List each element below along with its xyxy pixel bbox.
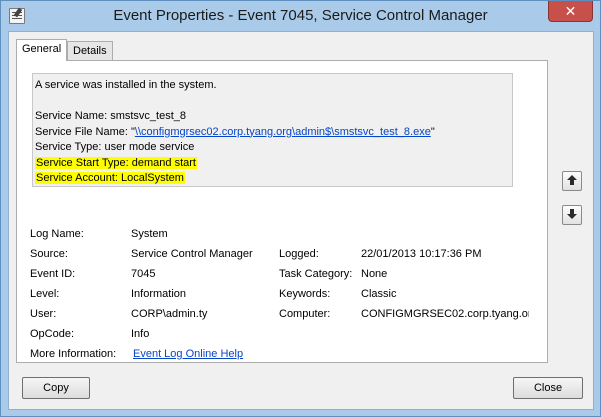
task-category-label: Task Category: (279, 268, 353, 280)
service-name-line: Service Name: smstsvc_test_8 (35, 110, 186, 122)
keywords-label: Keywords: (279, 288, 331, 300)
event-properties-window: Event Properties - Event 7045, Service C… (0, 0, 601, 417)
computer-label: Computer: (279, 308, 331, 320)
description-blank-line (35, 94, 512, 110)
close-button[interactable]: Close (513, 377, 583, 399)
copy-button[interactable]: Copy (22, 377, 90, 399)
general-tab-panel: A service was installed in the system. S… (16, 60, 548, 363)
event-description-box[interactable]: A service was installed in the system. S… (32, 73, 513, 187)
previous-event-button[interactable] (562, 171, 582, 191)
arrow-down-icon (566, 208, 578, 223)
source-value: Service Control Manager (131, 248, 253, 260)
log-name-label: Log Name: (30, 228, 84, 240)
service-file-name-suffix: " (430, 125, 435, 138)
service-file-name-label: Service File Name: " (35, 125, 135, 138)
title-bar[interactable]: Event Properties - Event 7045, Service C… (1, 1, 600, 31)
service-start-type-line: Service Start Type: demand start (35, 156, 512, 172)
description-line: A service was installed in the system. (35, 79, 217, 91)
event-id-value: 7045 (131, 268, 156, 280)
task-category-value: None (361, 268, 388, 280)
service-account-highlight: Service Account: LocalSystem (35, 172, 185, 184)
next-event-button[interactable] (562, 205, 582, 225)
source-label: Source: (30, 248, 68, 260)
service-start-type-highlight: Service Start Type: demand start (35, 156, 197, 169)
logged-value: 22/01/2013 10:17:36 PM (361, 248, 482, 260)
event-id-label: Event ID: (30, 268, 76, 280)
service-type-line: Service Type: user mode service (35, 141, 195, 153)
logged-label: Logged: (279, 248, 319, 260)
log-name-value: System (131, 228, 168, 240)
user-label: User: (30, 308, 57, 320)
tab-general[interactable]: General (16, 39, 68, 61)
arrow-up-icon (566, 174, 578, 189)
event-log-online-help-link[interactable]: Event Log Online Help (133, 348, 243, 361)
dialog-client-area: General Details A service was installed … (8, 31, 594, 410)
more-information-label: More Information: (30, 348, 117, 360)
window-title: Event Properties - Event 7045, Service C… (113, 7, 488, 24)
service-file-path-link[interactable]: \\configmgrsec02.corp.tyang.org\admin$\s… (135, 126, 431, 138)
opcode-label: OpCode: (30, 328, 75, 340)
user-value: CORP\admin.ty (131, 308, 208, 320)
keywords-value: Classic (361, 288, 397, 300)
service-file-name-line: Service File Name: "\\configmgrsec02.cor… (35, 125, 512, 141)
level-value: Information (131, 288, 187, 300)
level-label: Level: (30, 288, 60, 300)
window-close-button[interactable]: ✕ (548, 1, 593, 22)
computer-value: CONFIGMGRSEC02.corp.tyang.org (361, 308, 529, 320)
service-account-line: Service Account: LocalSystem (35, 171, 512, 187)
tab-details[interactable]: Details (67, 41, 113, 62)
opcode-value: Info (131, 328, 150, 340)
